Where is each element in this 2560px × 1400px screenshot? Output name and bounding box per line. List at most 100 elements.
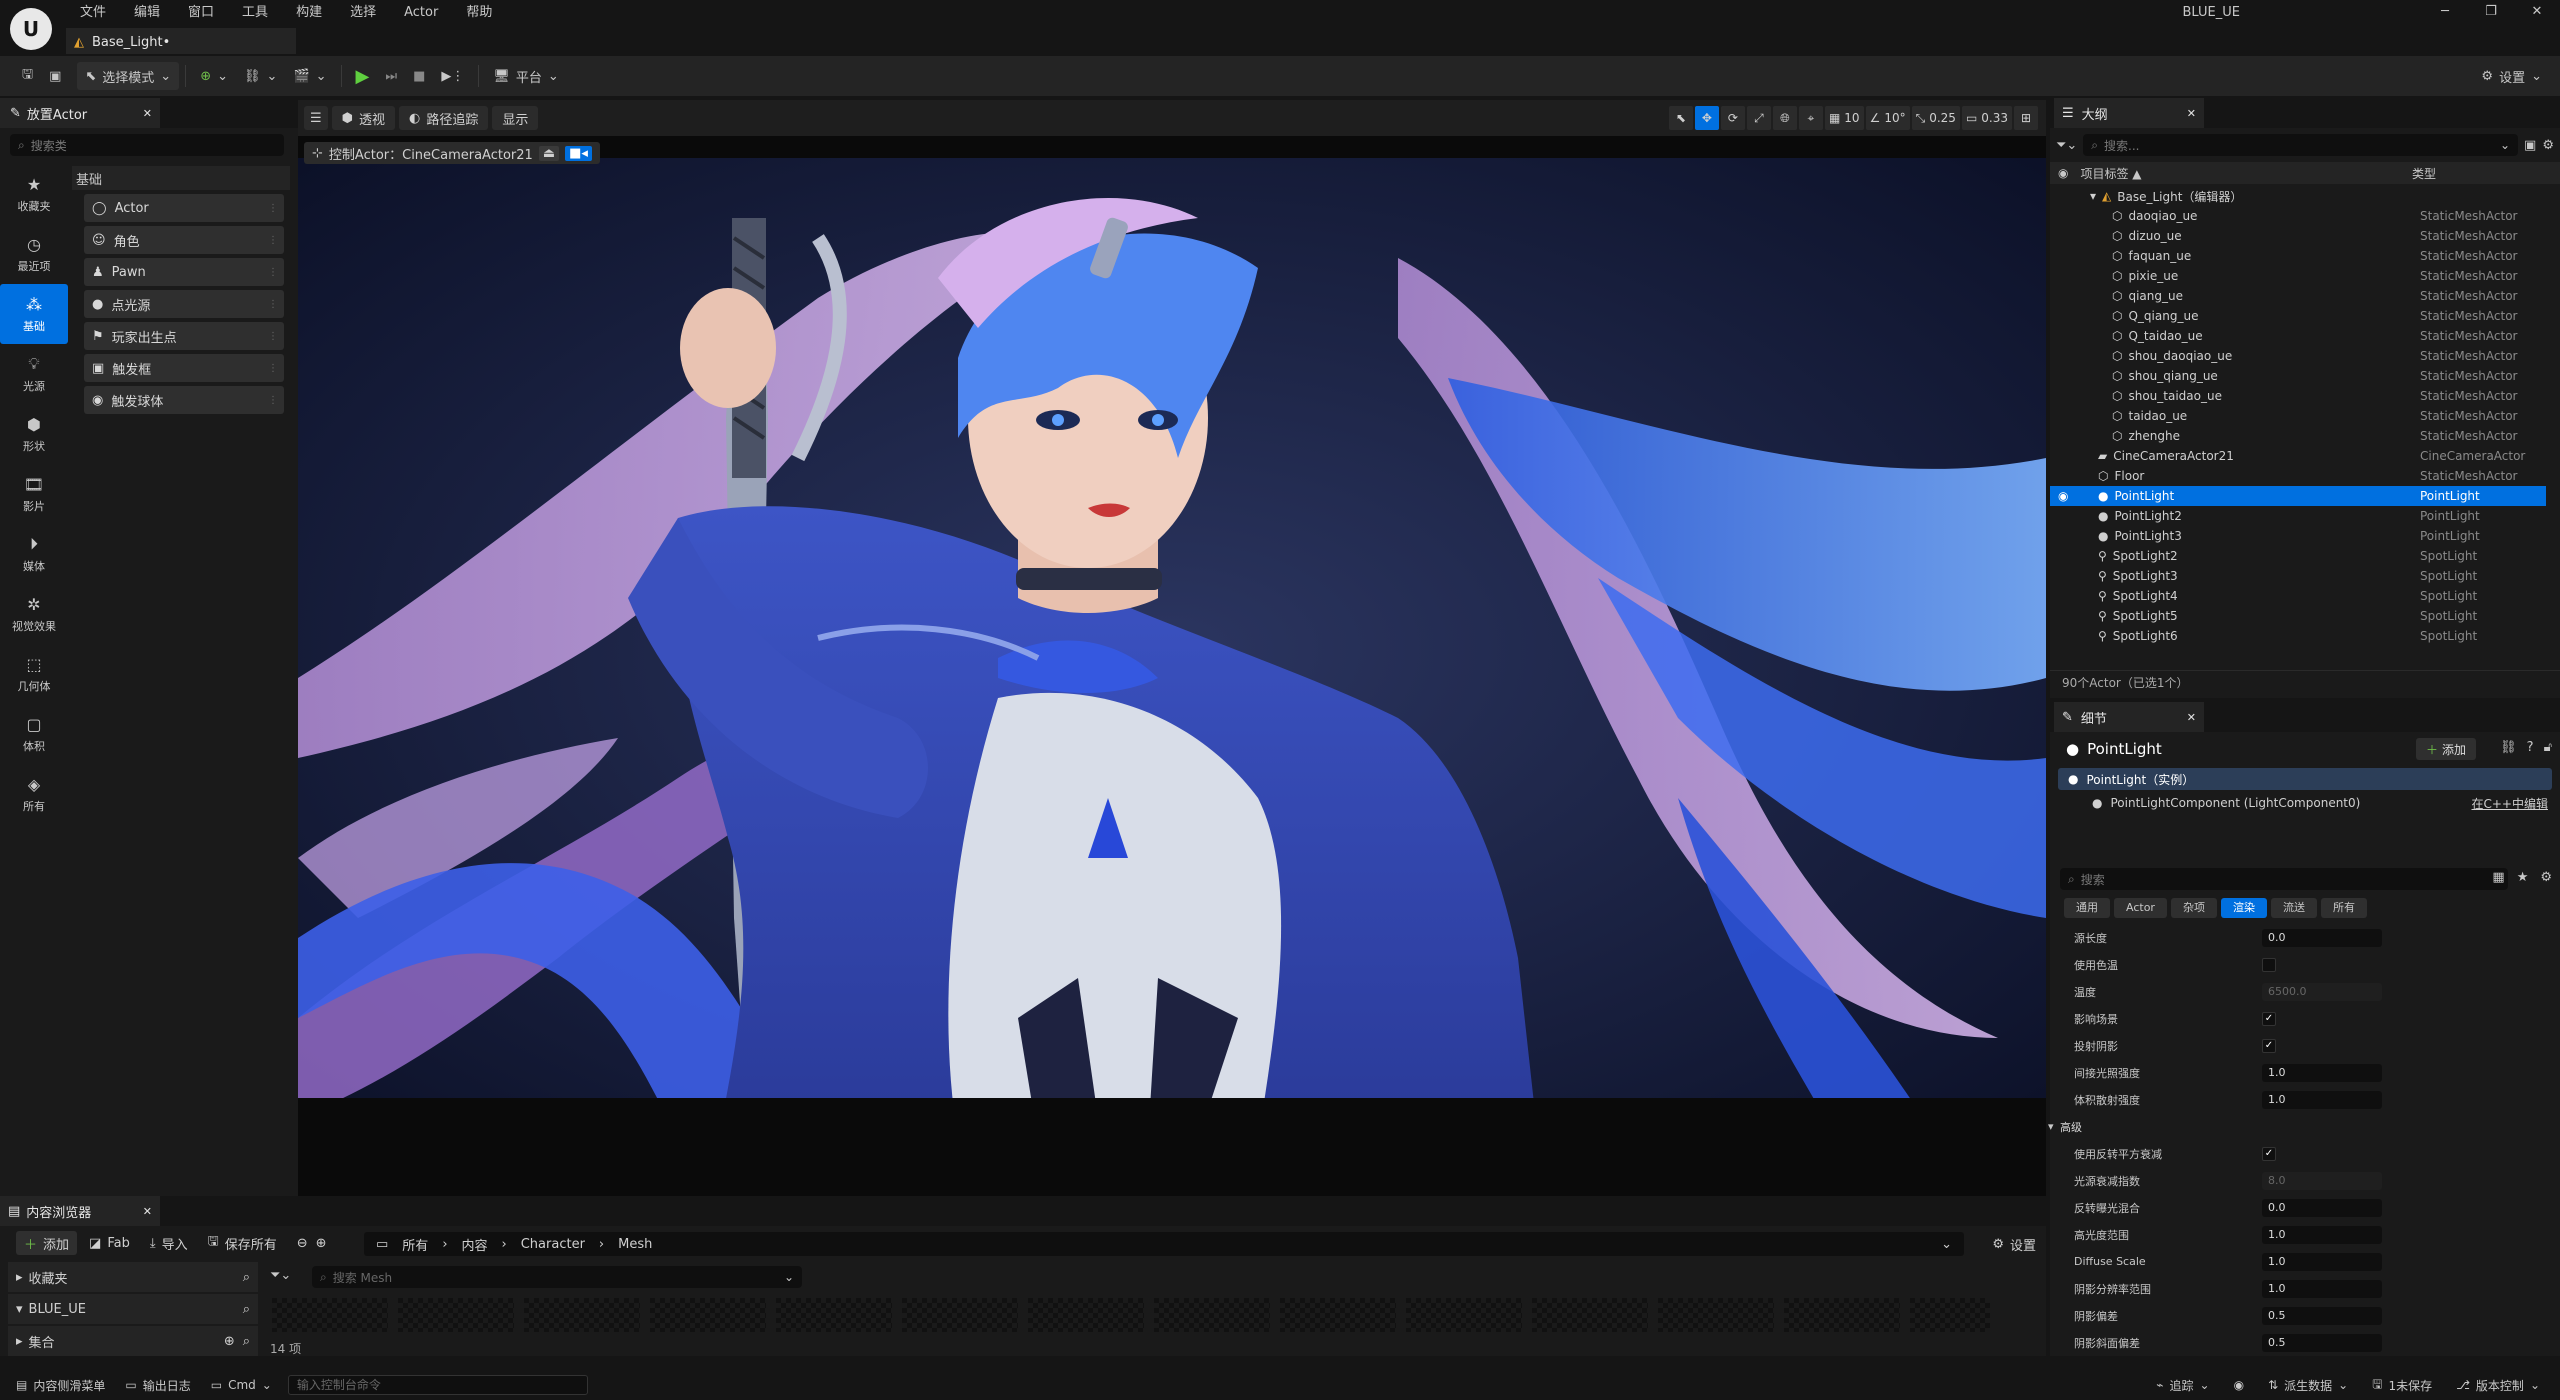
asset-thumbnail[interactable] xyxy=(1028,1298,1144,1332)
property-value-input[interactable]: 1.0 xyxy=(2262,1090,2382,1109)
outliner-row[interactable]: ⬡ shou_qiang_ue StaticMeshActor xyxy=(2050,366,2546,386)
menu-window[interactable]: 窗口 xyxy=(174,2,228,24)
class-search-input[interactable]: ⌕ 搜索类 xyxy=(10,134,284,156)
chevron-down-icon[interactable]: ⌄ xyxy=(2500,138,2510,152)
play-button[interactable]: ▶ xyxy=(348,62,378,90)
trace-button[interactable]: ⌁ 追踪 ⌄ xyxy=(2146,1373,2219,1397)
grid-view-icon[interactable]: ▦ xyxy=(2492,870,2504,885)
content-settings-button[interactable]: ⚙ 设置 xyxy=(1992,1232,2036,1256)
add-button[interactable]: ＋ 添加 xyxy=(16,1231,78,1255)
chevron-down-icon[interactable]: ▾ xyxy=(2090,189,2096,203)
menu-edit[interactable]: 编辑 xyxy=(120,2,174,24)
translate-tool-icon[interactable]: ✥ xyxy=(1694,106,1719,130)
scale-snap-button[interactable]: ⤡ 0.25 xyxy=(1911,106,1960,130)
unsaved-button[interactable]: 🖫 1未保存 xyxy=(2362,1373,2442,1397)
property-value-input[interactable]: 0.5 xyxy=(2262,1306,2382,1325)
category-geometry[interactable]: ⬚ 几何体 xyxy=(0,644,68,704)
star-icon[interactable]: ★ xyxy=(2517,870,2529,885)
property-value-input[interactable]: 1.0 xyxy=(2262,1063,2382,1082)
asset-thumbnail[interactable] xyxy=(398,1298,514,1332)
place-item-trigger-sphere[interactable]: ◉ 触发球体 ⋮ xyxy=(84,386,284,414)
save-all-button[interactable]: 🖫 保存所有 xyxy=(200,1231,285,1255)
asset-thumbnail[interactable] xyxy=(1532,1298,1648,1332)
step-button[interactable]: ⏭ xyxy=(377,62,405,90)
fab-button[interactable]: ◪ Fab xyxy=(81,1231,138,1255)
blueprint-icon[interactable]: ⛓ xyxy=(2500,740,2517,755)
asset-thumbnail[interactable] xyxy=(1154,1298,1270,1332)
blueprint-button[interactable]: ⛓ ⌄ xyxy=(236,62,285,90)
platform-dropdown[interactable]: 🖥 平台 ⌄ xyxy=(485,62,566,90)
content-drawer-button[interactable]: ▤ 内容侧滑菜单 xyxy=(6,1373,115,1397)
outliner-row[interactable]: ⬡ Floor StaticMeshActor xyxy=(2050,466,2546,486)
property-value-input[interactable]: 6500.0 xyxy=(2262,982,2382,1001)
category-media[interactable]: ⏵ 媒体 xyxy=(0,524,68,584)
outliner-row[interactable]: ⚲ SpotLight2 SpotLight xyxy=(2050,546,2546,566)
menu-select[interactable]: 选择 xyxy=(336,2,390,24)
level-tab[interactable]: ◭ Base_Light• xyxy=(66,28,296,54)
cinematics-button[interactable]: 🎬 ⌄ xyxy=(285,62,334,90)
restore-icon[interactable]: ❐ xyxy=(2468,0,2514,22)
outliner-row[interactable]: ⚲ SpotLight5 SpotLight xyxy=(2050,606,2546,626)
close-icon[interactable]: ✕ xyxy=(2514,0,2560,22)
place-actors-tab[interactable]: ✎ 放置Actor ✕ xyxy=(0,98,160,128)
viewport-layout-icon[interactable]: ⊞ xyxy=(2014,106,2038,130)
perspective-button[interactable]: ⬢ 透视 xyxy=(331,106,396,130)
content-browser-tab[interactable]: ▤ 内容浏览器 ✕ xyxy=(0,1196,160,1226)
lock-icon[interactable]: 🔓︎ xyxy=(2544,740,2552,755)
outliner-search-input[interactable]: ⌕ 搜索... ⌄ xyxy=(2083,134,2519,156)
details-filter-tab[interactable]: 杂项 xyxy=(2170,898,2217,918)
add-component-button[interactable]: ＋ 添加 xyxy=(2415,738,2476,760)
minimize-icon[interactable]: ─ xyxy=(2422,0,2468,22)
unreal-logo[interactable]: U xyxy=(10,8,52,50)
close-icon[interactable]: ✕ xyxy=(143,1205,152,1218)
place-item-pawn[interactable]: ♟ Pawn ⋮ xyxy=(84,258,284,286)
category-favorites[interactable]: ★ 收藏夹 xyxy=(0,164,68,224)
camera-icon[interactable]: ■◂ xyxy=(565,145,592,161)
property-value-input[interactable]: 1.0 xyxy=(2262,1225,2382,1244)
outliner-row[interactable]: ⬡ pixie_ue StaticMeshActor xyxy=(2050,266,2546,286)
asset-thumbnail[interactable] xyxy=(524,1298,640,1332)
grid-snap-button[interactable]: ▦ 10 xyxy=(1824,106,1864,130)
category-all[interactable]: ◈ 所有 xyxy=(0,764,68,824)
search-icon[interactable]: ⌕ xyxy=(243,1334,250,1349)
crumb-mesh[interactable]: Mesh xyxy=(618,1237,652,1252)
outliner-row[interactable]: ◉ ● PointLight PointLight xyxy=(2050,486,2546,506)
outliner-row[interactable]: ▰ CineCameraActor21 CineCameraActor xyxy=(2050,446,2546,466)
eject-button[interactable]: ▶⋮ xyxy=(433,62,472,90)
asset-thumbnail[interactable] xyxy=(776,1298,892,1332)
column-label-header[interactable]: 项目标签 ▲ xyxy=(2080,165,2141,182)
outliner-row[interactable]: ⚲ SpotLight4 SpotLight xyxy=(2050,586,2546,606)
asset-thumbnail[interactable] xyxy=(1658,1298,1774,1332)
angle-snap-button[interactable]: ∠ 10° xyxy=(1865,106,1910,130)
property-value-input[interactable]: 0.0 xyxy=(2262,928,2382,947)
menu-build[interactable]: 构建 xyxy=(282,2,336,24)
revision-control-button[interactable]: ⎇ 版本控制 ⌄ xyxy=(2446,1373,2550,1397)
asset-thumbnail[interactable] xyxy=(272,1298,388,1332)
details-filter-tab[interactable]: 渲染 xyxy=(2220,898,2267,918)
favorites-section[interactable]: ▸ 收藏夹 ⌕ xyxy=(8,1262,258,1292)
derived-data-button[interactable]: ⇅ 派生数据 ⌄ xyxy=(2258,1373,2358,1397)
pilot-actor-bar[interactable]: ⊹ 控制Actor：CineCameraActor21 ⏏ ■◂ xyxy=(304,142,600,164)
close-icon[interactable]: ✕ xyxy=(2187,711,2196,724)
gear-icon[interactable]: ⚙ xyxy=(2540,870,2552,885)
column-type-header[interactable]: 类型 xyxy=(2412,165,2436,182)
world-space-icon[interactable]: 🌐︎ xyxy=(1772,106,1797,130)
category-cinematic[interactable]: 🎞︎ 影片 xyxy=(0,464,68,524)
details-search-input[interactable]: ⌕ 搜索 xyxy=(2060,868,2508,890)
add-actor-button[interactable]: ⊕ ⌄ xyxy=(192,62,236,90)
property-checkbox[interactable] xyxy=(2262,957,2276,972)
details-filter-tab[interactable]: 所有 xyxy=(2320,898,2367,918)
property-checkbox[interactable]: ✓ xyxy=(2262,1011,2276,1026)
asset-thumbnail[interactable] xyxy=(650,1298,766,1332)
outliner-row[interactable]: ⬡ faquan_ue StaticMeshActor xyxy=(2050,246,2546,266)
collections-section[interactable]: ▸ 集合 ⊕ ⌕ xyxy=(8,1326,258,1356)
property-value-input[interactable]: 0.0 xyxy=(2262,1198,2382,1217)
gear-icon[interactable]: ⚙ xyxy=(2542,138,2554,153)
filter-icon[interactable]: ⏷⌄ xyxy=(270,1268,291,1283)
property-value-input[interactable]: 1.0 xyxy=(2262,1279,2382,1298)
category-lights[interactable]: 💡︎ 光源 xyxy=(0,344,68,404)
close-icon[interactable]: ✕ xyxy=(2187,107,2196,120)
output-log-button[interactable]: ▭ 输出日志 xyxy=(115,1373,200,1397)
component-row[interactable]: ● PointLightComponent (LightComponent0) … xyxy=(2058,792,2552,814)
crumb-all[interactable]: 所有 xyxy=(402,1235,428,1254)
